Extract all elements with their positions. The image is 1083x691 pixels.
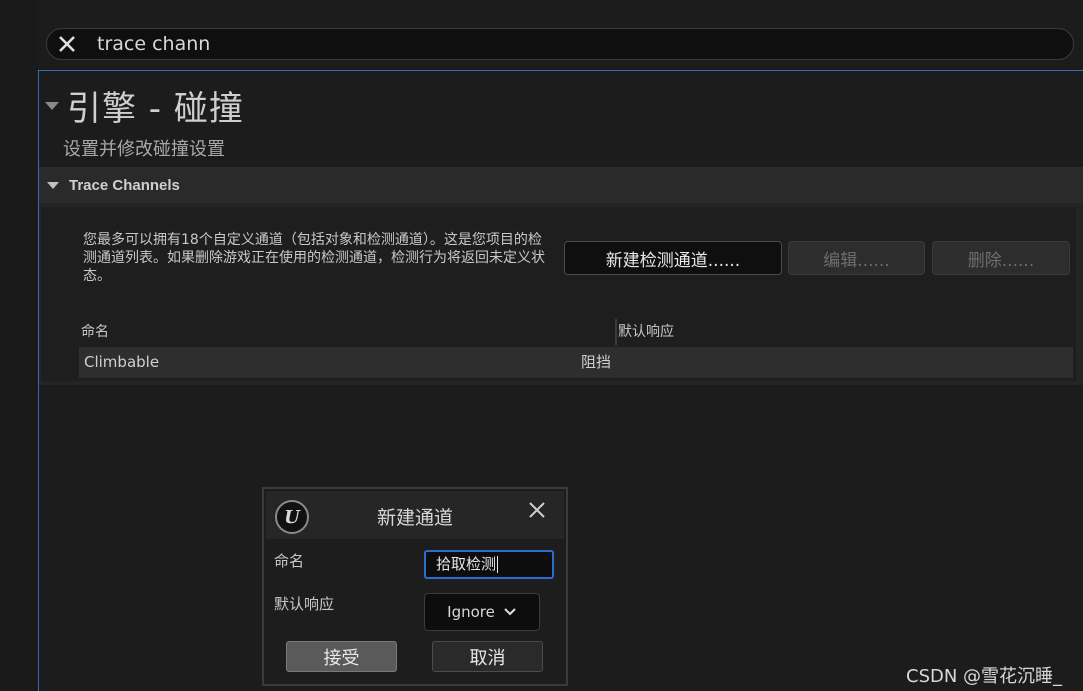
table-row[interactable]: Climbable 阻挡 [79,347,1073,378]
collapse-arrow-icon[interactable] [47,181,59,189]
column-header-name[interactable]: 命名 [81,319,109,345]
row-default-response: 阻挡 [581,353,612,371]
default-response-value: Ignore [447,603,495,621]
name-label: 命名 [274,552,305,570]
cancel-button[interactable]: 取消 [432,641,543,672]
trace-channels-info: 您最多可以拥有18个自定义通道（包括对象和检测通道）。这是您项目的检测通道列表。… [83,232,545,284]
new-trace-channel-button[interactable]: 新建检测通道...... [564,241,782,275]
section-header[interactable]: 引擎 - 碰撞 [45,81,244,130]
row-name: Climbable [84,353,160,371]
column-header-default-response[interactable]: 默认响应 [618,319,674,345]
watermark: CSDN @雪花沉睡_ [906,666,1063,687]
clear-search-button[interactable] [47,29,87,59]
default-response-label: 默认响应 [274,595,335,613]
new-channel-dialog: U 新建通道 命名 拾取检测 默认响应 Ignore 接受 取消 [262,487,568,686]
category-title: Trace Channels [69,176,180,194]
column-divider[interactable] [615,319,617,345]
section-description: 设置并修改碰撞设置 [63,139,225,160]
text-caret [497,556,499,573]
search-bar[interactable]: trace chann [46,28,1074,60]
chevron-down-icon [503,607,517,617]
channel-name-value: 拾取检测 [436,555,497,573]
dialog-title: 新建通道 [376,507,453,529]
editor-window: trace chann 引擎 - 碰撞 设置并修改碰撞设置 Trace Chan… [0,0,1083,691]
left-gutter [0,0,38,691]
edit-button[interactable]: 编辑...... [788,241,925,275]
close-icon [59,36,75,52]
collapse-arrow-icon[interactable] [45,101,59,110]
close-icon[interactable] [526,499,548,521]
search-input[interactable]: trace chann [97,33,210,55]
dialog-titlebar[interactable]: U 新建通道 [266,491,564,539]
channel-name-input[interactable]: 拾取检测 [424,550,554,579]
default-response-select[interactable]: Ignore [424,593,540,631]
channels-table-header: 命名 默认响应 [79,319,1073,345]
category-header-trace-channels[interactable]: Trace Channels [39,167,1083,203]
accept-button[interactable]: 接受 [286,641,397,672]
section-title: 引擎 - 碰撞 [67,89,244,129]
delete-button[interactable]: 删除...... [932,241,1070,275]
